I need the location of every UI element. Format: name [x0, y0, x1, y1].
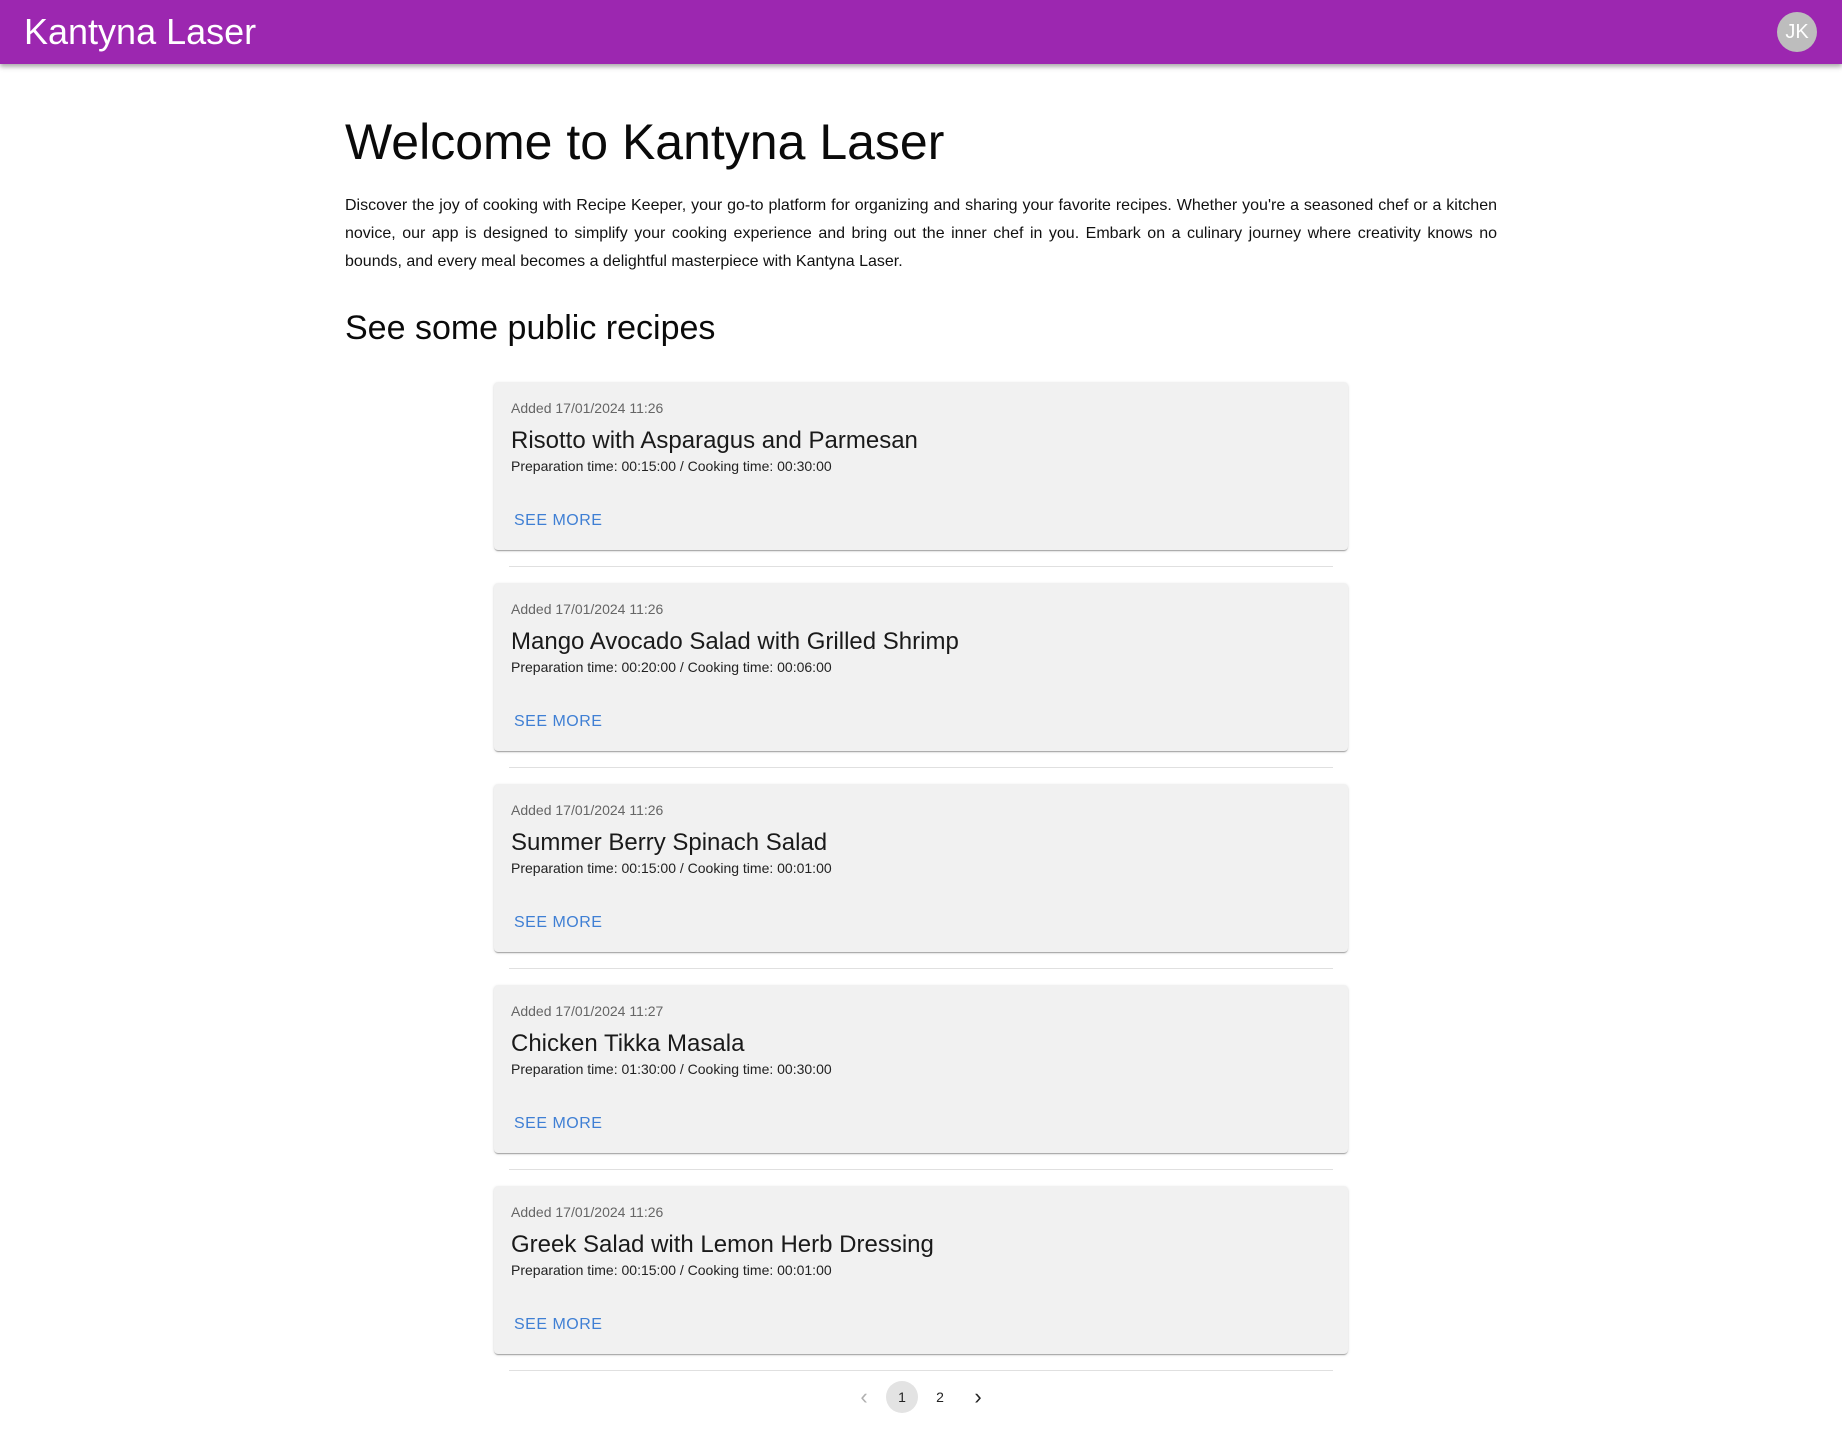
recipe-title: Summer Berry Spinach Salad	[511, 829, 828, 856]
recipe-added-date: Added 17/01/2024 11:27	[511, 1003, 664, 1019]
page-button-1[interactable]: 1	[886, 1381, 918, 1413]
app-title[interactable]: Kantyna Laser	[24, 12, 256, 52]
recipe-title: Mango Avocado Salad with Grilled Shrimp	[511, 628, 959, 655]
app-bar: Kantyna Laser JK	[0, 0, 1842, 64]
recipe-times: Preparation time: 00:20:00 / Cooking tim…	[511, 659, 832, 675]
recipe-card: Added 17/01/2024 11:26 Greek Salad with …	[494, 1186, 1348, 1354]
page-title: Welcome to Kantyna Laser	[345, 114, 945, 170]
page-button-2[interactable]: 2	[924, 1381, 956, 1413]
user-avatar[interactable]: JK	[1777, 12, 1817, 52]
recipe-title: Risotto with Asparagus and Parmesan	[511, 427, 918, 454]
next-page-button[interactable]: ›	[962, 1381, 994, 1413]
recipe-list: Added 17/01/2024 11:26 Risotto with Aspa…	[494, 382, 1348, 1387]
divider	[509, 767, 1333, 768]
see-more-button[interactable]: SEE MORE	[502, 908, 614, 938]
see-more-button[interactable]: SEE MORE	[502, 1109, 614, 1139]
recipe-title: Chicken Tikka Masala	[511, 1030, 745, 1057]
chevron-right-icon: ›	[974, 1384, 982, 1409]
divider	[509, 1169, 1333, 1170]
recipe-added-date: Added 17/01/2024 11:26	[511, 802, 664, 818]
recipe-times: Preparation time: 00:15:00 / Cooking tim…	[511, 860, 832, 876]
main-content: Welcome to Kantyna Laser Discover the jo…	[345, 64, 1497, 350]
section-title: See some public recipes	[345, 309, 716, 347]
recipe-added-date: Added 17/01/2024 11:26	[511, 1204, 664, 1220]
recipe-times: Preparation time: 00:15:00 / Cooking tim…	[511, 1262, 832, 1278]
see-more-button[interactable]: SEE MORE	[502, 506, 614, 536]
divider	[509, 566, 1333, 567]
divider	[509, 968, 1333, 969]
chevron-left-icon: ‹	[860, 1384, 868, 1409]
pagination: ‹ 1 2 ›	[0, 1381, 1842, 1413]
recipe-times: Preparation time: 01:30:00 / Cooking tim…	[511, 1061, 832, 1077]
see-more-button[interactable]: SEE MORE	[502, 707, 614, 737]
recipe-card: Added 17/01/2024 11:26 Summer Berry Spin…	[494, 784, 1348, 952]
recipe-added-date: Added 17/01/2024 11:26	[511, 400, 664, 416]
recipe-card: Added 17/01/2024 11:26 Mango Avocado Sal…	[494, 583, 1348, 751]
recipe-title: Greek Salad with Lemon Herb Dressing	[511, 1231, 934, 1258]
intro-paragraph: Discover the joy of cooking with Recipe …	[345, 197, 1497, 270]
divider	[509, 1370, 1333, 1371]
recipe-added-date: Added 17/01/2024 11:26	[511, 601, 664, 617]
see-more-button[interactable]: SEE MORE	[502, 1310, 614, 1340]
recipe-card: Added 17/01/2024 11:27 Chicken Tikka Mas…	[494, 985, 1348, 1153]
recipe-times: Preparation time: 00:15:00 / Cooking tim…	[511, 458, 832, 474]
recipe-card: Added 17/01/2024 11:26 Risotto with Aspa…	[494, 382, 1348, 550]
previous-page-button[interactable]: ‹	[848, 1381, 880, 1413]
